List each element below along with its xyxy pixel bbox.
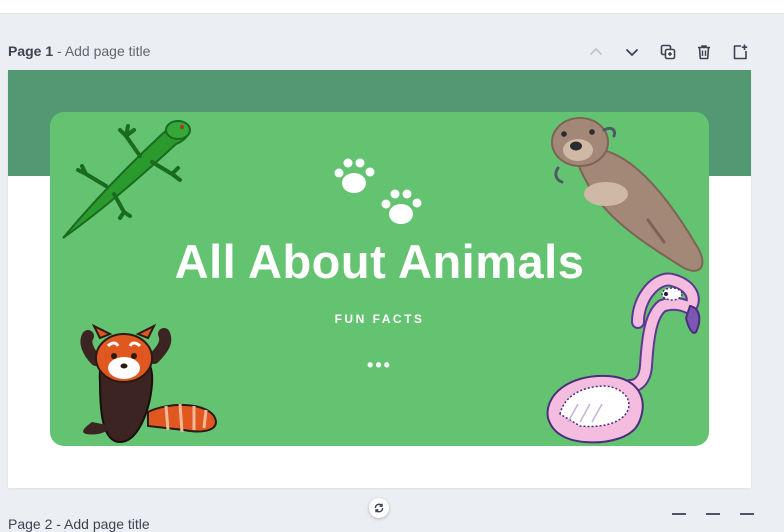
ellipsis-decoration: ••• bbox=[367, 355, 392, 375]
design-subtitle[interactable]: FUN FACTS bbox=[8, 312, 751, 326]
refresh-button[interactable] bbox=[369, 498, 389, 518]
move-page-down-button[interactable] bbox=[618, 38, 646, 66]
top-toolbar-strip bbox=[0, 0, 784, 14]
page-title-separator: - bbox=[53, 43, 65, 59]
add-page-icon[interactable] bbox=[740, 513, 754, 525]
refresh-icon bbox=[374, 503, 384, 513]
add-page-icon bbox=[733, 44, 748, 60]
next-page-title-label[interactable]: Page 2 - Add page title bbox=[8, 516, 150, 532]
move-page-up-button[interactable] bbox=[582, 38, 610, 66]
design-title[interactable]: All About Animals bbox=[8, 234, 751, 289]
trash-icon bbox=[698, 45, 710, 60]
duplicate-page-button[interactable] bbox=[654, 38, 682, 66]
paw-print-icon bbox=[381, 189, 422, 224]
delete-page-button[interactable] bbox=[690, 38, 718, 66]
duplicate-icon[interactable] bbox=[672, 513, 686, 525]
add-page-button[interactable] bbox=[726, 38, 754, 66]
paw-print-icon bbox=[334, 158, 375, 193]
duplicate-icon bbox=[660, 44, 676, 60]
design-page-canvas[interactable]: All About Animals FUN FACTS ••• bbox=[8, 70, 751, 488]
page-title-label[interactable]: Page 1 - Add page title bbox=[8, 43, 150, 59]
add-page-title-input[interactable]: Add page title bbox=[65, 43, 151, 59]
chevron-up-icon bbox=[590, 48, 602, 55]
page-number-label: Page 1 bbox=[8, 43, 54, 59]
next-page-actions bbox=[672, 513, 754, 525]
trash-icon[interactable] bbox=[706, 513, 720, 525]
gecko-illustration[interactable] bbox=[62, 120, 191, 239]
chevron-down-icon bbox=[626, 49, 638, 56]
page-header: Page 1 - Add page title bbox=[0, 34, 784, 70]
page-actions bbox=[582, 38, 754, 66]
red-panda-illustration[interactable] bbox=[80, 323, 217, 444]
